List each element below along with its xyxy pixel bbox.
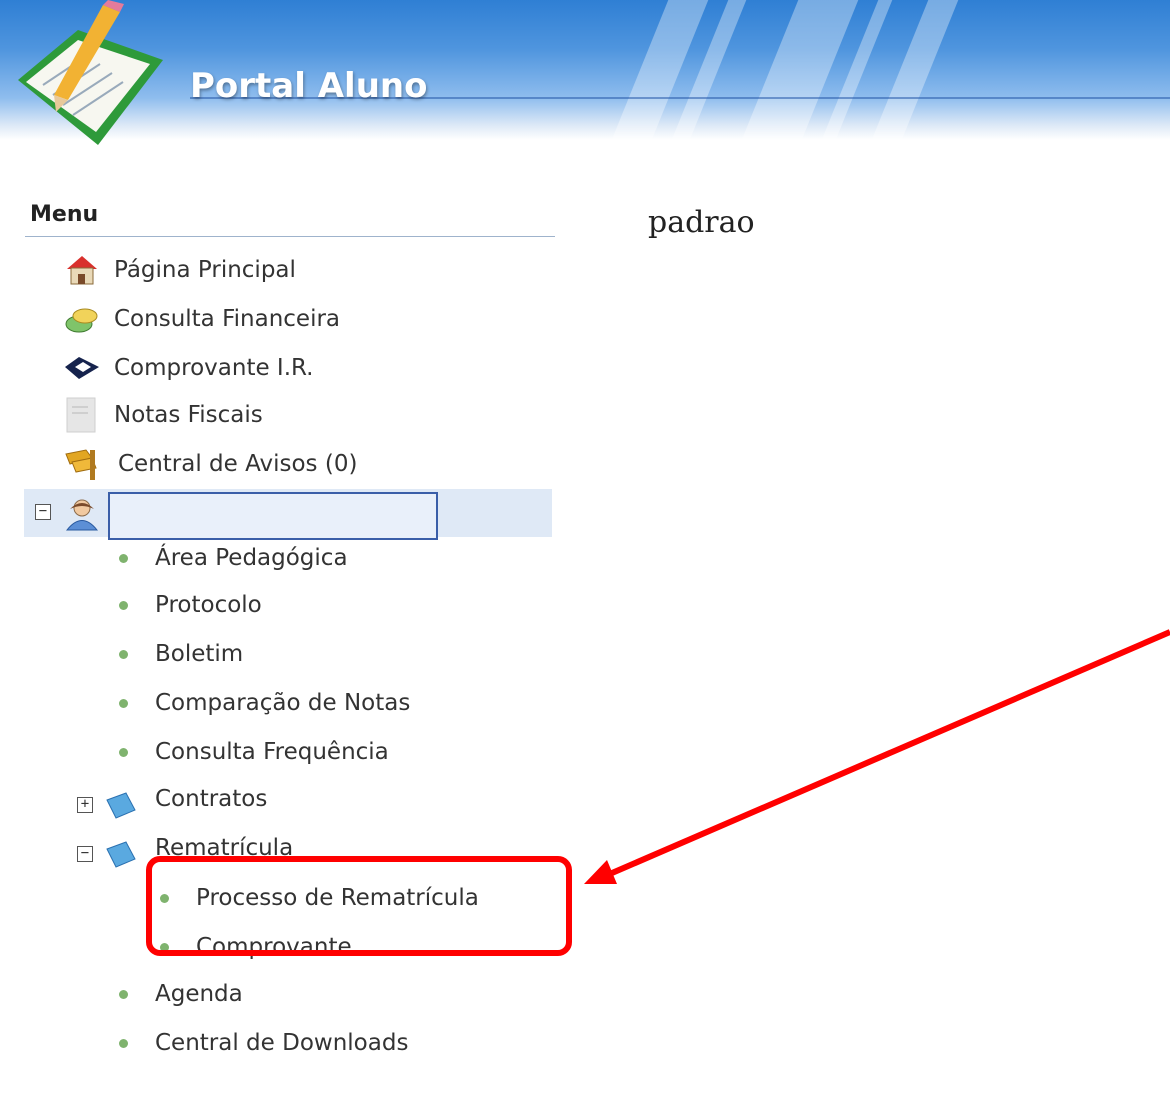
bullet-icon [119,649,128,659]
collapse-icon[interactable]: − [35,504,51,520]
book-icon [106,792,136,819]
collapse-icon[interactable]: − [77,846,93,862]
expand-icon[interactable]: + [77,797,93,813]
menu-item-label: Página Principal [114,257,296,283]
menu-item-agenda[interactable]: Agenda [119,981,243,1007]
menu-item-label: Consulta Frequência [155,739,389,765]
menu-item-area-pedagogica[interactable]: Área Pedagógica [119,545,348,571]
money-icon [62,301,102,337]
menu-item-protocolo[interactable]: Protocolo [119,592,262,618]
menu-item-contratos[interactable]: Contratos [155,786,267,812]
menu-item-central-de-avisos[interactable]: Central de Avisos (0) [62,446,357,482]
menu-divider [25,236,555,237]
menu-item-label: Contratos [155,786,268,812]
menu-heading: Menu [30,202,99,227]
menu-item-label: Agenda [155,981,243,1007]
menu-item-comparacao-de-notas[interactable]: Comparação de Notas [119,690,410,716]
flag-icon [62,446,102,482]
home-icon [62,252,102,288]
menu-item-label: Comparação de Notas [155,690,411,716]
menu-item-label: Notas Fiscais [114,402,263,428]
menu-item-label: Central de Downloads [155,1030,409,1056]
header-banner [0,0,1170,140]
bullet-icon [119,989,128,999]
menu-item-boletim[interactable]: Boletim [119,641,243,667]
book-pencil-logo-icon [18,0,163,145]
menu-item-label: Área Pedagógica [155,545,348,571]
menu-item-label: Comprovante I.R. [114,355,314,381]
bullet-icon [119,1038,128,1048]
document-icon [62,397,102,433]
menu-item-label: Protocolo [155,592,262,618]
bullet-icon [119,600,128,610]
portal-title: Portal Aluno [190,66,428,106]
menu-item-label: Central de Avisos (0) [118,451,358,477]
highlight-box [146,856,572,956]
student-name-field[interactable] [108,492,438,540]
bullet-icon [119,747,128,757]
bullet-icon [119,698,128,708]
menu-item-central-de-downloads[interactable]: Central de Downloads [119,1030,408,1056]
menu-item-label: Consulta Financeira [114,306,341,332]
user-icon [65,499,99,531]
receita-icon [62,350,102,386]
banner-streak [871,0,959,140]
menu-item-label: Boletim [155,641,244,667]
menu-item-consulta-frequencia[interactable]: Consulta Frequência [119,739,389,765]
book-icon [106,841,136,868]
bullet-icon [119,553,128,563]
menu-item-notas-fiscais[interactable]: Notas Fiscais [62,397,263,433]
menu-item-comprovante-ir[interactable]: Comprovante I.R. [62,350,314,386]
menu-item-pagina-principal[interactable]: Página Principal [62,252,296,288]
content-text: padrao [648,205,755,240]
menu-item-consulta-financeira[interactable]: Consulta Financeira [62,301,340,337]
